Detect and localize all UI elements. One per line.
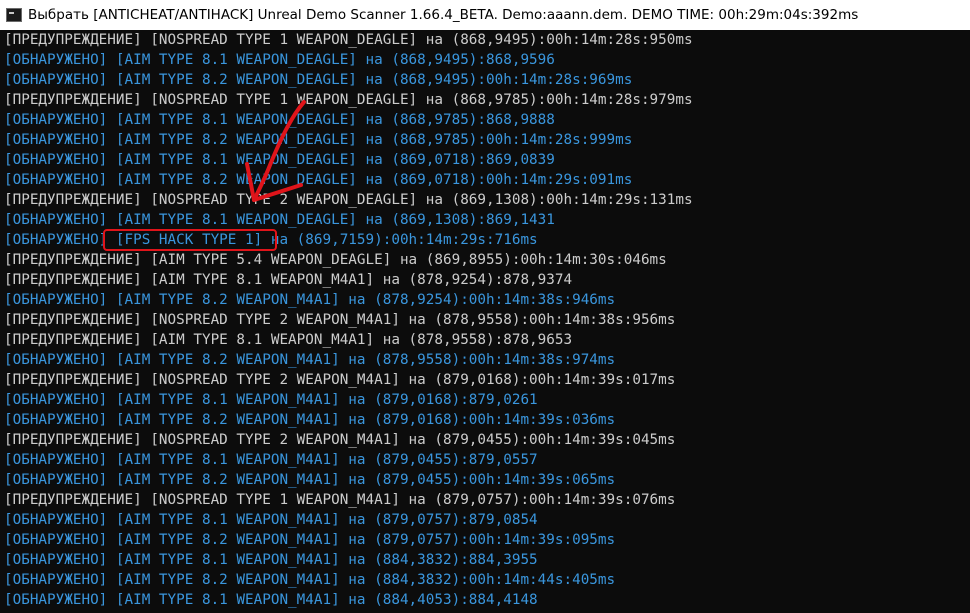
log-line-detection: [ОБНАРУЖЕНО] [AIM TYPE 8.2 WEAPON_DEAGLE… <box>4 172 633 188</box>
log-line-warning: [ПРЕДУПРЕЖДЕНИЕ] [NOSPREAD TYPE 2 WEAPON… <box>4 432 676 448</box>
log-line-warning: [ПРЕДУПРЕЖДЕНИЕ] [AIM TYPE 8.1 WEAPON_M4… <box>4 272 573 288</box>
log-line-detection: [ОБНАРУЖЕНО] [AIM TYPE 8.1 WEAPON_DEAGLE… <box>4 112 555 128</box>
log-line-detection: [ОБНАРУЖЕНО] [AIM TYPE 8.2 WEAPON_DEAGLE… <box>4 72 633 88</box>
log-line-warning: [ПРЕДУПРЕЖДЕНИЕ] [AIM TYPE 5.4 WEAPON_DE… <box>4 252 667 268</box>
console-output[interactable]: [ПРЕДУПРЕЖДЕНИЕ] [NOSPREAD TYPE 1 WEAPON… <box>0 30 970 613</box>
log-line-warning: [ПРЕДУПРЕЖДЕНИЕ] [NOSPREAD TYPE 1 WEAPON… <box>4 492 676 508</box>
log-line-detection: [ОБНАРУЖЕНО] [AIM TYPE 8.2 WEAPON_M4A1] … <box>4 472 616 488</box>
window-title: Выбрать [ANTICHEAT/ANTIHACK] Unreal Demo… <box>28 7 859 23</box>
log-line-warning: [ПРЕДУПРЕЖДЕНИЕ] [NOSPREAD TYPE 1 WEAPON… <box>4 92 693 108</box>
log-line-detection: [ОБНАРУЖЕНО] [AIM TYPE 8.1 WEAPON_M4A1] … <box>4 512 538 528</box>
log-line-warning: [ПРЕДУПРЕЖДЕНИЕ] [AIM TYPE 8.1 WEAPON_M4… <box>4 332 573 348</box>
console-window: Выбрать [ANTICHEAT/ANTIHACK] Unreal Demo… <box>0 0 970 613</box>
log-line-detection: [ОБНАРУЖЕНО] [FPS HACK TYPE 1] на (869,7… <box>4 232 538 248</box>
log-line-detection: [ОБНАРУЖЕНО] [AIM TYPE 8.2 WEAPON_M4A1] … <box>4 532 616 548</box>
log-line-detection: [ОБНАРУЖЕНО] [AIM TYPE 8.1 WEAPON_DEAGLE… <box>4 52 555 68</box>
log-line-detection: [ОБНАРУЖЕНО] [AIM TYPE 8.1 WEAPON_M4A1] … <box>4 592 538 608</box>
log-line-warning: [ПРЕДУПРЕЖДЕНИЕ] [NOSPREAD TYPE 2 WEAPON… <box>4 372 676 388</box>
log-line-detection: [ОБНАРУЖЕНО] [AIM TYPE 8.2 WEAPON_M4A1] … <box>4 292 616 308</box>
log-line-detection: [ОБНАРУЖЕНО] [AIM TYPE 8.2 WEAPON_M4A1] … <box>4 352 616 368</box>
log-line-detection: [ОБНАРУЖЕНО] [AIM TYPE 8.1 WEAPON_M4A1] … <box>4 392 538 408</box>
log-line-detection: [ОБНАРУЖЕНО] [AIM TYPE 8.1 WEAPON_DEAGLE… <box>4 152 555 168</box>
log-line-detection: [ОБНАРУЖЕНО] [AIM TYPE 8.2 WEAPON_M4A1] … <box>4 412 616 428</box>
log-line-warning: [ПРЕДУПРЕЖДЕНИЕ] [NOSPREAD TYPE 1 WEAPON… <box>4 32 693 48</box>
log-line-detection: [ОБНАРУЖЕНО] [AIM TYPE 8.1 WEAPON_DEAGLE… <box>4 212 555 228</box>
log-line-detection: [ОБНАРУЖЕНО] [AIM TYPE 8.1 WEAPON_M4A1] … <box>4 452 538 468</box>
log-line-warning: [ПРЕДУПРЕЖДЕНИЕ] [NOSPREAD TYPE 2 WEAPON… <box>4 192 693 208</box>
title-bar[interactable]: Выбрать [ANTICHEAT/ANTIHACK] Unreal Demo… <box>0 0 970 30</box>
log-line-detection: [ОБНАРУЖЕНО] [AIM TYPE 8.2 WEAPON_DEAGLE… <box>4 132 633 148</box>
console-app-icon <box>6 8 22 22</box>
log-line-detection: [ОБНАРУЖЕНО] [AIM TYPE 8.1 WEAPON_M4A1] … <box>4 552 538 568</box>
log-line-warning: [ПРЕДУПРЕЖДЕНИЕ] [NOSPREAD TYPE 2 WEAPON… <box>4 312 676 328</box>
log-line-detection: [ОБНАРУЖЕНО] [AIM TYPE 8.2 WEAPON_M4A1] … <box>4 572 616 588</box>
